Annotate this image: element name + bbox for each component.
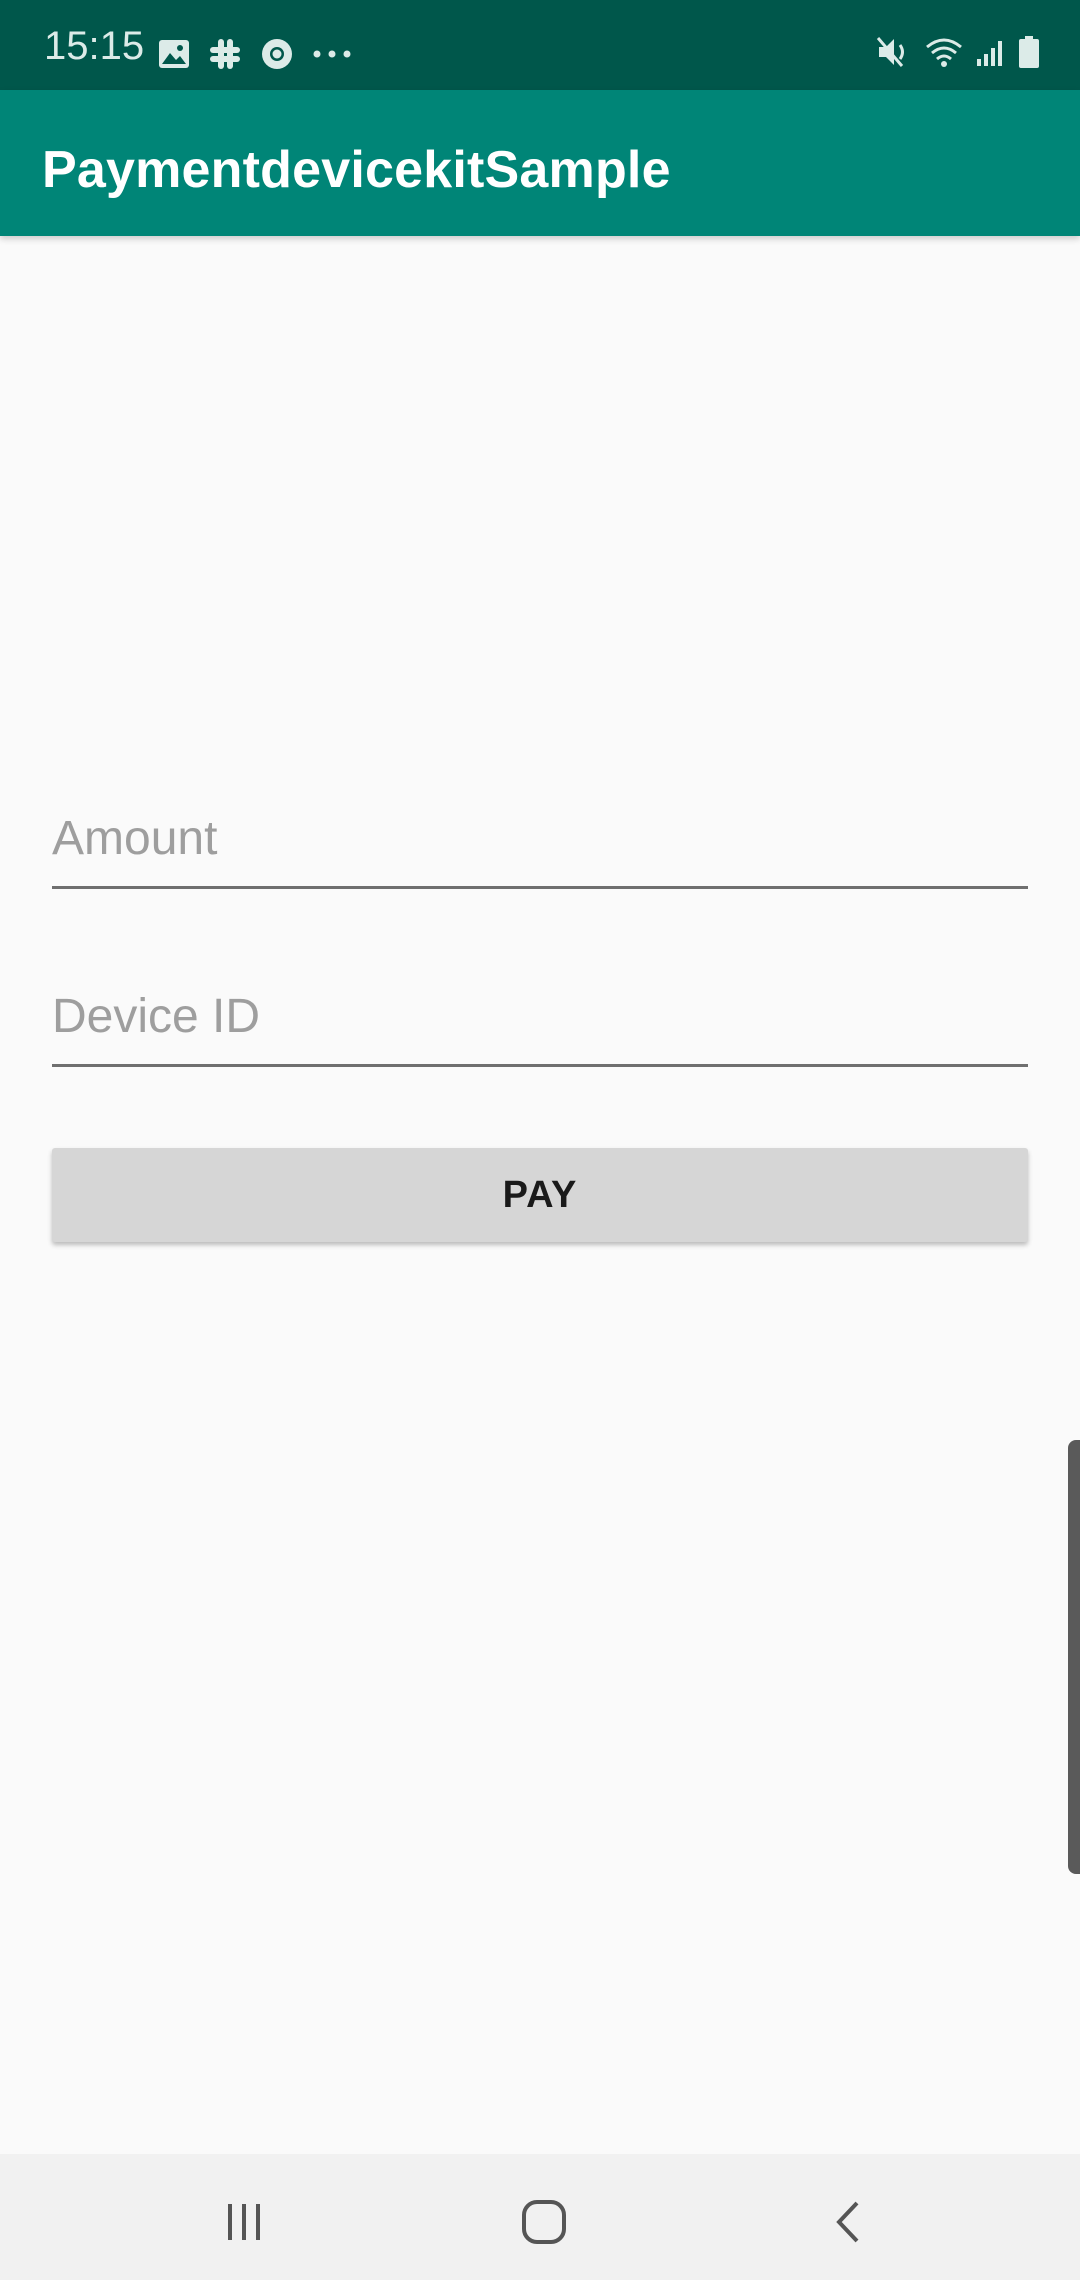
navigation-bar xyxy=(0,2154,1080,2280)
back-button[interactable] xyxy=(808,2182,888,2262)
system-icons xyxy=(876,32,1040,72)
more-dots-icon xyxy=(313,50,351,58)
back-icon xyxy=(836,2201,859,2243)
chrome-icon xyxy=(262,39,292,69)
main-content: PAY xyxy=(0,236,1080,2154)
slack-icon xyxy=(210,39,240,69)
edge-panel-handle[interactable] xyxy=(1068,1440,1080,1874)
home-button[interactable] xyxy=(504,2182,584,2262)
recents-icon xyxy=(228,2204,260,2240)
device-id-input[interactable] xyxy=(52,978,1028,1067)
battery-icon xyxy=(1019,36,1039,68)
wifi-icon xyxy=(926,38,962,67)
mute-icon xyxy=(876,37,904,67)
signal-icon xyxy=(977,41,1002,66)
notification-icons xyxy=(158,34,352,74)
status-bar: 15:15 xyxy=(0,0,1080,90)
recents-button[interactable] xyxy=(204,2182,284,2262)
app-bar: PaymentdevicekitSample xyxy=(0,90,1080,236)
status-time: 15:15 xyxy=(44,24,145,68)
pay-button[interactable]: PAY xyxy=(52,1148,1028,1242)
gallery-icon xyxy=(159,40,189,68)
home-icon xyxy=(522,2200,566,2244)
amount-input[interactable] xyxy=(52,800,1028,889)
app-title: PaymentdevicekitSample xyxy=(42,141,671,199)
